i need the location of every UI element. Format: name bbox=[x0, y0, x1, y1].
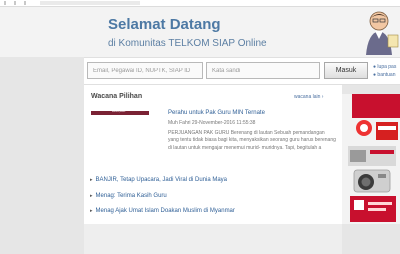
forgot-password-link[interactable]: ● lupa pas bbox=[373, 63, 396, 71]
chevron-right-icon: › bbox=[321, 94, 324, 100]
featured-articles-panel: Wacana Pilihan wacana lain › wacana pili… bbox=[84, 85, 342, 224]
browser-nav-tick bbox=[4, 1, 6, 5]
list-item[interactable]: ▸ Menag Ajak Umat Islam Doakan Muslim di … bbox=[90, 208, 235, 214]
more-articles-link[interactable]: wacana lain › bbox=[294, 94, 323, 100]
list-item[interactable]: ▸ Menag: Terima Kasih Guru bbox=[90, 193, 167, 199]
more-articles-label: wacana lain bbox=[294, 94, 321, 100]
triangle-right-icon: ▸ bbox=[90, 177, 93, 183]
welcome-subtitle: di Komunitas TELKOM SIAP Online bbox=[108, 38, 267, 49]
help-link[interactable]: ● bantuan bbox=[373, 71, 396, 79]
browser-nav-tick bbox=[14, 1, 16, 5]
footer-strip bbox=[84, 224, 342, 254]
featured-article-excerpt: PERJUANGAN PAK GURU Berenang di lautan S… bbox=[168, 130, 336, 151]
teacher-mascot-icon bbox=[366, 11, 399, 55]
list-item-title: Menag: Terima Kasih Guru bbox=[95, 193, 167, 199]
forgot-password-links: ● lupa pas ● bantuan bbox=[373, 63, 396, 79]
login-button[interactable]: Masuk bbox=[324, 62, 368, 79]
browser-url-field[interactable] bbox=[40, 1, 140, 5]
welcome-banner: Selamat Datang di Komunitas TELKOM SIAP … bbox=[0, 7, 400, 57]
list-item-title: BANJIR, Tetap Upacara, Jadi Viral di Dun… bbox=[95, 177, 228, 183]
featured-thumbnail-label: wacana pilihan bbox=[112, 111, 126, 113]
triangle-right-icon: ▸ bbox=[90, 193, 93, 199]
section-title: Wacana Pilihan bbox=[91, 93, 143, 100]
featured-article-meta: Muh Fahri 29-November-2016 11:55:38 bbox=[168, 120, 256, 126]
browser-address-bar bbox=[0, 0, 400, 7]
featured-article-title[interactable]: Perahu untuk Pak Guru MIN Ternate bbox=[168, 110, 265, 116]
triangle-right-icon: ▸ bbox=[90, 208, 93, 214]
user-id-input[interactable] bbox=[87, 62, 203, 79]
camera-advertisement-banner[interactable] bbox=[342, 94, 400, 224]
login-bar: Masuk ● lupa pas ● bantuan bbox=[84, 57, 400, 85]
help-label: bantuan bbox=[377, 72, 396, 78]
browser-nav-tick bbox=[24, 1, 26, 5]
list-item-title: Menag Ajak Umat Islam Doakan Muslim di M… bbox=[95, 208, 235, 214]
password-input[interactable] bbox=[206, 62, 320, 79]
forgot-password-label: lupa pas bbox=[377, 64, 397, 70]
list-item[interactable]: ▸ BANJIR, Tetap Upacara, Jadi Viral di Du… bbox=[90, 177, 227, 183]
welcome-title: Selamat Datang bbox=[108, 16, 221, 33]
